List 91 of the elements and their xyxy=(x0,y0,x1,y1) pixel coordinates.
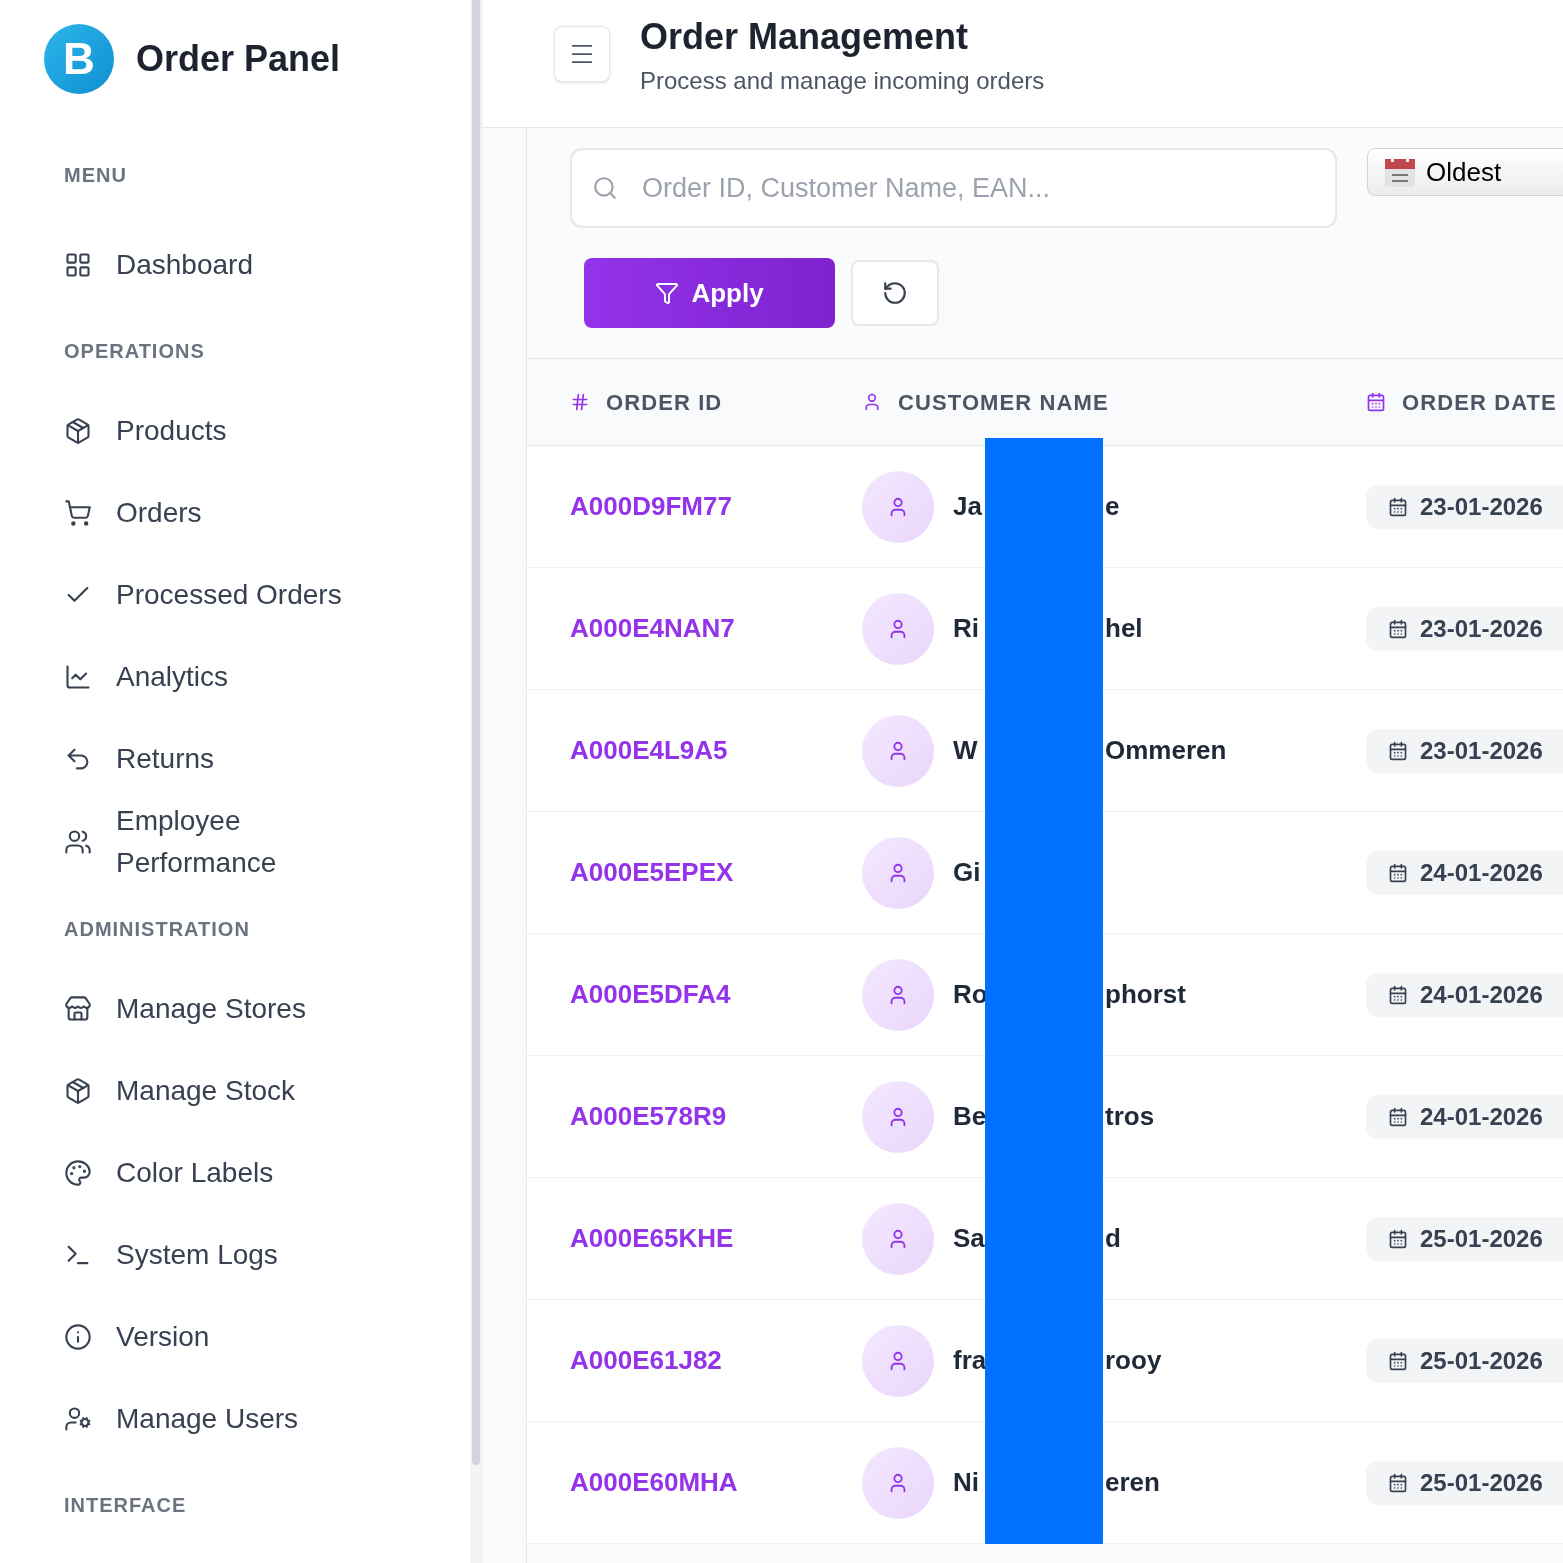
calendar-icon xyxy=(1388,740,1408,761)
sidebar-item[interactable]: Orders xyxy=(64,472,384,554)
hash-icon xyxy=(570,392,590,412)
calendar-icon xyxy=(1388,1472,1408,1493)
calendar-icon xyxy=(1388,496,1408,517)
customer-name: Gi xyxy=(953,857,981,887)
sidebar-item[interactable]: Returns xyxy=(64,718,384,800)
section-heading: OPERATIONS xyxy=(64,339,206,364)
date-badge: 23-01-2026 xyxy=(1366,484,1563,529)
order-id-link[interactable]: A000E4L9A5 xyxy=(570,735,728,765)
date-badge: 25-01-2026 xyxy=(1366,1338,1563,1383)
customer-name: d xyxy=(1105,1222,1121,1255)
customer-name: Ommeren xyxy=(1105,734,1227,767)
calendar-icon xyxy=(1388,984,1408,1005)
calendar-icon xyxy=(1388,862,1408,883)
order-id-link[interactable]: A000E578R9 xyxy=(570,1101,727,1131)
page-subtitle: Process and manage incoming orders xyxy=(640,66,1045,96)
date-badge: 23-01-2026 xyxy=(1366,606,1563,651)
order-id-link[interactable]: A000E5EPEX xyxy=(570,857,734,887)
order-id-link[interactable]: A000E60MHA xyxy=(570,1467,738,1497)
sidebar-item[interactable]: Color Labels xyxy=(64,1132,384,1214)
customer-name: Ro xyxy=(953,979,988,1009)
sidebar-item[interactable]: Products xyxy=(64,390,384,472)
calendar-icon xyxy=(1384,156,1416,188)
column-header[interactable]: ORDER ID xyxy=(606,385,723,419)
app-name: Order Panel xyxy=(136,37,341,81)
menu-button[interactable] xyxy=(554,26,610,82)
customer-name: Sa xyxy=(953,1223,985,1253)
reset-button[interactable] xyxy=(851,260,939,326)
cart-icon xyxy=(64,499,92,527)
box-icon xyxy=(64,417,92,445)
search-icon xyxy=(592,175,618,201)
customer-name: Be xyxy=(953,1101,987,1131)
info-icon xyxy=(64,1323,92,1351)
customer-name: Ri xyxy=(953,613,979,643)
section-heading: MENU xyxy=(64,163,128,188)
line-chart-icon xyxy=(64,663,92,691)
date-badge: 24-01-2026 xyxy=(1366,850,1563,895)
customer-name: tros xyxy=(1105,1100,1155,1133)
column-header[interactable]: ORDER DATE xyxy=(1402,385,1557,419)
date-badge: 23-01-2026 xyxy=(1366,728,1563,773)
date-badge: 24-01-2026 xyxy=(1366,1094,1563,1139)
sidebar-item[interactable]: Processed Orders xyxy=(64,554,384,636)
date-badge: 24-01-2026 xyxy=(1366,972,1563,1017)
filter-icon xyxy=(655,281,680,305)
customer-name: fra xyxy=(953,1345,987,1375)
calendar-icon xyxy=(1388,1106,1408,1127)
sidebar-item[interactable]: System Logs xyxy=(64,1214,384,1296)
order-id-link[interactable]: A000E5DFA4 xyxy=(570,979,731,1009)
sidebar-item[interactable]: Manage Users xyxy=(64,1378,384,1460)
calendar-icon xyxy=(1388,1350,1408,1371)
reset-icon xyxy=(882,280,908,306)
sidebar-item[interactable]: Employee Performance xyxy=(64,800,384,884)
section-heading: ADMINISTRATION xyxy=(64,917,251,942)
date-badge: 25-01-2026 xyxy=(1366,1216,1563,1261)
column-header[interactable]: CUSTOMER NAME xyxy=(898,385,1109,419)
user-gear-icon xyxy=(64,1405,92,1433)
sidebar-item[interactable]: Analytics xyxy=(64,636,384,718)
order-id-link[interactable]: A000D9FM77 xyxy=(570,491,732,521)
customer-name: Ni xyxy=(953,1467,979,1497)
section-heading: INTERFACE xyxy=(64,1493,188,1518)
customer-name: e xyxy=(1105,490,1120,523)
customer-name: Ja xyxy=(953,491,982,521)
sidebar-item[interactable]: Dashboard xyxy=(64,224,384,306)
users-icon xyxy=(64,828,92,856)
order-id-link[interactable]: A000E61J82 xyxy=(570,1345,722,1375)
customer-name: hel xyxy=(1105,612,1143,645)
search-field[interactable]: Order ID, Customer Name, EAN... xyxy=(570,148,1337,228)
logo-icon: B xyxy=(44,24,114,94)
customer-name: W xyxy=(953,735,978,765)
order-id-link[interactable]: A000E65KHE xyxy=(570,1223,734,1253)
grid-icon xyxy=(64,251,92,279)
calendar-icon xyxy=(1388,1228,1408,1249)
sidebar-item[interactable]: Version xyxy=(64,1296,384,1378)
box-icon xyxy=(64,1077,92,1105)
sort-select[interactable]: Oldest xyxy=(1367,148,1563,196)
user-icon xyxy=(862,392,882,412)
sidebar-item[interactable]: Manage Stock xyxy=(64,1050,384,1132)
apply-button[interactable]: Apply xyxy=(584,258,835,328)
page-title: Order Management xyxy=(640,15,970,59)
customer-name: eren xyxy=(1105,1466,1160,1499)
store-icon xyxy=(64,995,92,1023)
order-id-link[interactable]: A000E4NAN7 xyxy=(570,613,735,643)
sidebar-item[interactable]: Manage Stores xyxy=(64,968,384,1050)
calendar-icon xyxy=(1388,618,1408,639)
scrollbar-thumb[interactable] xyxy=(471,0,480,1465)
calendar-icon xyxy=(1366,392,1386,412)
date-badge: 25-01-2026 xyxy=(1366,1460,1563,1505)
customer-name: phorst xyxy=(1105,978,1186,1011)
customer-name: rooy xyxy=(1105,1344,1162,1377)
palette-icon xyxy=(64,1159,92,1187)
